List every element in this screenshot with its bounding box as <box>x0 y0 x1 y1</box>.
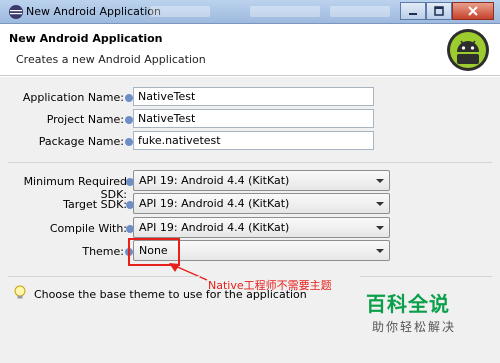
info-icon <box>125 138 133 146</box>
background-ghost <box>150 6 210 17</box>
title-bar: New Android Application <box>0 0 500 24</box>
wizard-header: New Android Application Creates a new An… <box>0 24 500 76</box>
chevron-down-icon <box>376 179 384 183</box>
watermark-sub-text: 助你轻松解决 <box>372 320 457 334</box>
target-sdk-value: API 19: Android 4.4 (KitKat) <box>139 197 290 210</box>
header-subtitle: Creates a new Android Application <box>16 53 206 66</box>
package-name-label: Package Name: <box>38 135 124 148</box>
window-title: New Android Application <box>26 5 161 18</box>
minimize-button[interactable] <box>400 2 426 20</box>
header-title: New Android Application <box>9 32 163 45</box>
project-name-label: Project Name: <box>46 113 124 126</box>
project-name-input[interactable]: NativeTest <box>133 109 374 128</box>
target-sdk-select[interactable]: API 19: Android 4.4 (KitKat) <box>133 193 390 214</box>
min-sdk-value: API 19: Android 4.4 (KitKat) <box>139 174 290 187</box>
background-ghost <box>330 6 390 17</box>
tip-text: Choose the base theme to use for the app… <box>34 288 307 301</box>
target-sdk-label: Target SDK: <box>63 198 127 211</box>
android-logo <box>447 29 489 71</box>
eclipse-window-icon <box>9 5 23 19</box>
package-name-input[interactable]: fuke.nativetest <box>133 131 374 150</box>
annotation-arrow-icon <box>169 263 208 281</box>
chevron-down-icon <box>376 202 384 206</box>
chevron-down-icon <box>376 249 384 253</box>
lightbulb-icon <box>14 285 26 299</box>
info-icon <box>125 94 133 102</box>
chevron-down-icon <box>376 226 384 230</box>
close-button[interactable] <box>452 2 494 20</box>
info-icon <box>125 116 133 124</box>
watermark-logo: 百科全说 助你轻松解决 <box>366 288 462 340</box>
compile-with-label: Compile With: <box>49 222 127 235</box>
background-ghost <box>250 6 320 17</box>
app-name-input[interactable]: NativeTest <box>133 87 374 106</box>
compile-with-value: API 19: Android 4.4 (KitKat) <box>139 221 290 234</box>
min-sdk-select[interactable]: API 19: Android 4.4 (KitKat) <box>133 170 390 191</box>
window-controls <box>400 2 494 20</box>
compile-with-select[interactable]: API 19: Android 4.4 (KitKat) <box>133 217 390 238</box>
separator <box>360 276 492 277</box>
maximize-button[interactable] <box>426 2 452 20</box>
minimize-icon <box>409 13 417 15</box>
separator <box>8 276 200 277</box>
close-icon <box>468 6 478 16</box>
watermark-main-text: 百科全说 <box>366 292 450 316</box>
app-name-label: Application Name: <box>22 91 124 104</box>
maximize-icon <box>434 6 444 16</box>
theme-label: Theme: <box>82 245 124 258</box>
separator <box>8 162 492 163</box>
